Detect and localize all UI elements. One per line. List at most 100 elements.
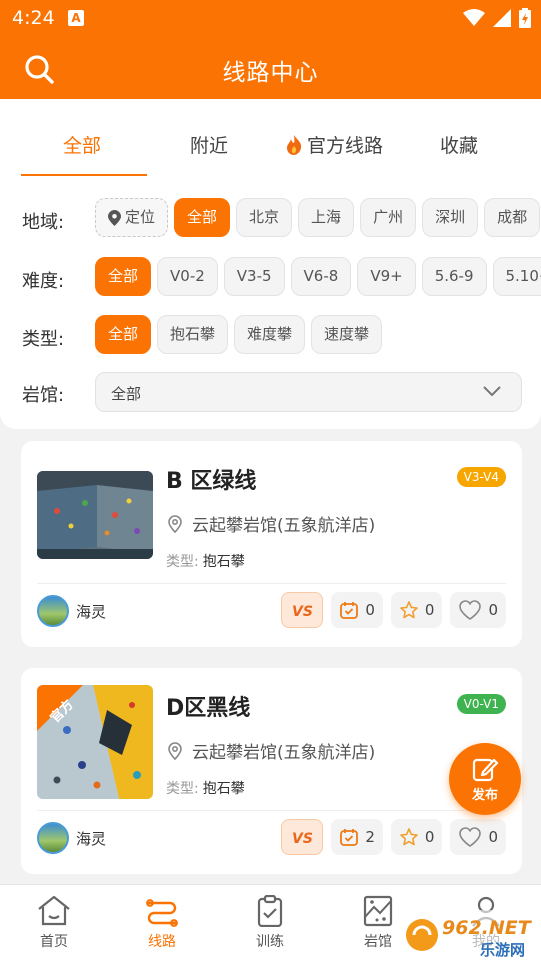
gym-select[interactable]: 全部 <box>95 372 522 412</box>
difficulty-chip-all[interactable]: 全部 <box>95 257 152 296</box>
type-key: 类型: <box>166 781 199 797</box>
type-chip-speed[interactable]: 速度攀 <box>311 315 383 354</box>
type-chip-all[interactable]: 全部 <box>95 315 152 354</box>
divider <box>37 810 506 811</box>
tab-nearby[interactable]: 附近 <box>190 131 228 158</box>
tab-all[interactable]: 全部 <box>63 131 101 158</box>
location-pin-icon <box>108 209 121 226</box>
signal-icon <box>493 9 511 27</box>
type-key: 类型: <box>166 554 199 570</box>
difficulty-chip-5-10[interactable]: 5.10+ <box>492 257 541 296</box>
wifi-icon <box>463 9 485 26</box>
locate-label: 定位 <box>125 208 156 226</box>
type-chip-bouldering[interactable]: 抱石攀 <box>157 315 229 354</box>
route-card[interactable]: 官方 D区黑线 V0-V1 云起攀岩馆(五象航洋店) 类型: 抱石攀 海灵 VS … <box>21 668 522 874</box>
region-chip-guangzhou[interactable]: 广州 <box>360 198 417 237</box>
region-chip-beijing[interactable]: 北京 <box>236 198 293 237</box>
nav-routes-label: 线路 <box>148 934 176 950</box>
calendar-check-icon <box>340 602 359 619</box>
difficulty-chip-v3-5[interactable]: V3-5 <box>223 257 285 296</box>
type-chip-lead[interactable]: 难度攀 <box>234 315 306 354</box>
difficulty-chip-5-6-9[interactable]: 5.6-9 <box>421 257 487 296</box>
like-button[interactable]: 0 <box>450 819 506 855</box>
like-count: 0 <box>488 828 498 846</box>
vs-button[interactable]: VS <box>281 592 324 628</box>
difficulty-chip-v9[interactable]: V9+ <box>357 257 416 296</box>
author-name: 海灵 <box>76 602 107 621</box>
gym-label: 岩馆: <box>22 385 65 406</box>
checkin-button[interactable]: 2 <box>331 819 383 855</box>
status-icons <box>463 8 531 28</box>
like-button[interactable]: 0 <box>450 592 506 628</box>
filter-panel: 全部 附近 官方线路 收藏 地域: 定位 全部 北京 上海 广州 深圳 成都 难… <box>0 99 541 429</box>
notification-icon: A <box>68 10 84 26</box>
checkin-button[interactable]: 0 <box>331 592 383 628</box>
star-icon <box>400 828 418 846</box>
avatar <box>37 822 69 854</box>
chevron-down-icon <box>483 386 501 397</box>
star-icon <box>400 601 418 619</box>
author-name: 海灵 <box>76 829 107 848</box>
type-label: 类型: <box>22 329 65 350</box>
checkin-count: 0 <box>365 601 375 619</box>
route-location: 云起攀岩馆(五象航洋店) <box>168 738 375 763</box>
location-text: 云起攀岩馆(五象航洋店) <box>192 743 376 763</box>
route-author[interactable]: 海灵 <box>37 595 106 627</box>
locate-chip[interactable]: 定位 <box>95 198 169 237</box>
route-author[interactable]: 海灵 <box>37 822 106 854</box>
route-name: D区黑线 <box>166 696 251 721</box>
nav-home[interactable]: 首页 <box>14 895 94 951</box>
clipboard-check-icon <box>257 895 283 927</box>
tab-favorites[interactable]: 收藏 <box>440 131 478 158</box>
region-label: 地域: <box>22 212 65 233</box>
difficulty-chip-v0-2[interactable]: V0-2 <box>157 257 218 296</box>
region-chip-shanghai[interactable]: 上海 <box>298 198 355 237</box>
grade-badge: V0-V1 <box>456 694 506 714</box>
route-type: 类型: 抱石攀 <box>166 778 245 798</box>
route-card[interactable]: B 区绿线 V3-V4 云起攀岩馆(五象航洋店) 类型: 抱石攀 海灵 VS 0 … <box>21 441 522 647</box>
route-photo: 官方 <box>37 685 153 799</box>
divider <box>37 583 506 584</box>
publish-button[interactable]: 发布 <box>449 743 521 815</box>
like-count: 0 <box>488 601 498 619</box>
vs-icon: VS <box>292 604 313 620</box>
location-text: 云起攀岩馆(五象航洋店) <box>192 516 376 536</box>
route-icon <box>146 899 178 927</box>
star-count: 0 <box>424 828 435 846</box>
region-chip-all[interactable]: 全部 <box>174 198 231 237</box>
difficulty-chips: 全部 V0-2 V3-5 V6-8 V9+ 5.6-9 5.10+ <box>95 257 541 296</box>
status-bar: 4:24 A <box>0 0 541 38</box>
watermark-logo: 962.NET 乐游网 <box>400 910 541 961</box>
watermark-subtext: 乐游网 <box>480 941 525 959</box>
route-type: 类型: 抱石攀 <box>166 551 245 571</box>
region-chips: 定位 全部 北京 上海 广州 深圳 成都 <box>95 198 541 237</box>
tab-official-label: 官方线路 <box>307 135 384 157</box>
page-title: 线路中心 <box>222 60 319 86</box>
type-value: 抱石攀 <box>202 781 245 797</box>
star-count: 0 <box>424 601 435 619</box>
region-chip-chengdu[interactable]: 成都 <box>484 198 541 237</box>
app-header: 线路中心 <box>0 38 541 99</box>
checkin-count: 2 <box>365 828 375 846</box>
tab-indicator <box>21 174 147 176</box>
calendar-check-icon <box>340 829 359 846</box>
vs-button[interactable]: VS <box>281 819 324 855</box>
route-actions: VS 0 0 0 <box>281 592 506 628</box>
heart-icon <box>459 827 482 847</box>
grade-badge: V3-V4 <box>456 467 506 487</box>
tab-official[interactable]: 官方线路 <box>284 131 383 158</box>
region-chip-shenzhen[interactable]: 深圳 <box>422 198 479 237</box>
type-chips: 全部 抱石攀 难度攀 速度攀 <box>95 315 383 354</box>
tab-bar: 全部 附近 官方线路 收藏 <box>0 99 541 176</box>
star-button[interactable]: 0 <box>390 819 443 855</box>
nav-gyms-label: 岩馆 <box>364 934 392 950</box>
route-location: 云起攀岩馆(五象航洋店) <box>168 511 375 536</box>
heart-icon <box>459 600 482 620</box>
home-icon <box>38 895 70 926</box>
difficulty-chip-v6-8[interactable]: V6-8 <box>290 257 352 296</box>
star-button[interactable]: 0 <box>390 592 443 628</box>
battery-icon <box>519 8 531 28</box>
nav-routes[interactable]: 线路 <box>122 895 202 951</box>
nav-training[interactable]: 训练 <box>230 895 310 951</box>
vs-icon: VS <box>292 831 313 847</box>
